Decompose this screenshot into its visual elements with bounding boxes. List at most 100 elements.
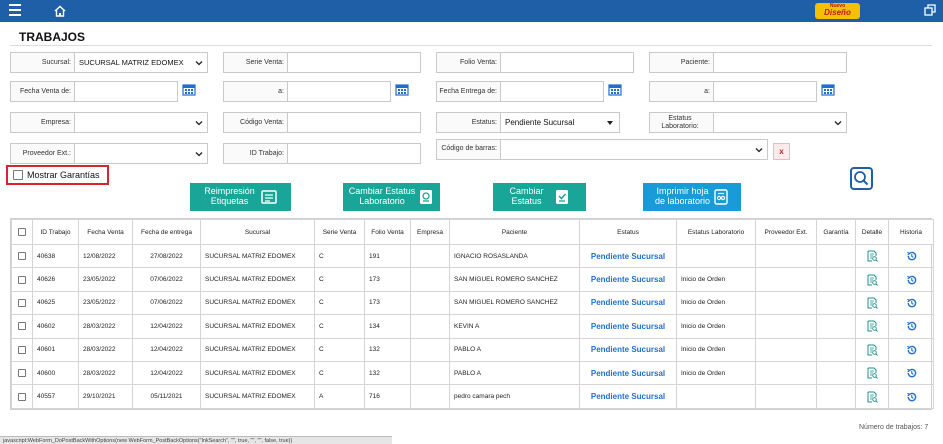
cell-historia[interactable] bbox=[888, 267, 934, 292]
history-icon[interactable] bbox=[906, 391, 917, 403]
cell-historia[interactable] bbox=[888, 314, 934, 339]
cell-detalle[interactable] bbox=[855, 314, 889, 339]
table-row[interactable]: 40626 23/05/2022 07/06/2022 SUCURSAL MATRIZ… bbox=[11, 267, 934, 292]
table-row[interactable]: 40601 28/03/2022 12/04/2022 SUCURSAL MATRIZ… bbox=[11, 337, 934, 362]
paciente-input[interactable] bbox=[713, 52, 847, 73]
jobs-table: ID Trabajo Fecha Venta Fecha de entrega … bbox=[10, 218, 934, 410]
chevron-down-icon bbox=[195, 152, 203, 157]
cell-detalle[interactable] bbox=[855, 267, 889, 292]
row-checkbox[interactable] bbox=[18, 322, 26, 331]
row-checkbox[interactable] bbox=[18, 298, 26, 307]
row-checkbox[interactable] bbox=[18, 252, 26, 261]
serie-venta-label: Serie Venta: bbox=[223, 52, 287, 73]
fecha-entrega-de-label: Fecha Entrega de: bbox=[436, 81, 500, 102]
document-search-icon[interactable] bbox=[867, 297, 878, 309]
table-row[interactable]: 40557 29/10/2021 05/11/2021 SUCURSAL MATRIZ… bbox=[11, 384, 934, 409]
cambiar-estatus-button[interactable]: Cambiar Estatus bbox=[493, 183, 586, 211]
table-row[interactable]: 40600 28/03/2022 12/04/2022 SUCURSAL MATRIZ… bbox=[11, 360, 934, 386]
cell-historia[interactable] bbox=[888, 290, 934, 316]
reimpresion-etiquetas-button[interactable]: Reimpresión Etiquetas bbox=[190, 183, 291, 211]
history-icon[interactable] bbox=[906, 297, 917, 309]
row-select-cell bbox=[11, 337, 33, 362]
cell-detalle[interactable] bbox=[855, 384, 889, 409]
document-search-icon[interactable] bbox=[867, 274, 878, 286]
cell-estatus[interactable]: Pendiente Sucursal bbox=[579, 290, 677, 316]
calendar-icon[interactable] bbox=[608, 83, 622, 96]
history-icon[interactable] bbox=[906, 320, 917, 332]
home-icon[interactable] bbox=[52, 3, 68, 19]
row-checkbox[interactable] bbox=[18, 345, 26, 354]
id-trabajo-label: ID Trabajo: bbox=[223, 143, 287, 164]
table-row[interactable]: 40638 12/08/2022 27/08/2022 SUCURSAL MATRIZ… bbox=[11, 243, 934, 269]
calendar-icon[interactable] bbox=[821, 83, 835, 96]
cell-estatus[interactable]: Pendiente Sucursal bbox=[579, 314, 677, 339]
cell-estatus[interactable]: Pendiente Sucursal bbox=[579, 243, 677, 269]
row-checkbox[interactable] bbox=[18, 369, 26, 378]
fecha-entrega-a-label: a: bbox=[649, 81, 713, 102]
cell-detalle[interactable] bbox=[855, 290, 889, 316]
cell-estatus[interactable]: Pendiente Sucursal bbox=[579, 384, 677, 409]
cell-estatus[interactable]: Pendiente Sucursal bbox=[579, 267, 677, 292]
calendar-icon[interactable] bbox=[182, 83, 196, 96]
folio-venta-input[interactable] bbox=[500, 52, 634, 73]
cell-proveedor bbox=[755, 314, 817, 339]
proveedor-select[interactable] bbox=[74, 143, 208, 164]
fecha-venta-de-input[interactable] bbox=[74, 81, 178, 102]
history-icon[interactable] bbox=[906, 344, 917, 356]
search-icon[interactable] bbox=[850, 167, 873, 190]
document-search-icon[interactable] bbox=[867, 250, 878, 263]
cell-estatus-laboratorio bbox=[676, 384, 756, 409]
cell-historia[interactable] bbox=[888, 243, 934, 269]
codigo-venta-input[interactable] bbox=[287, 112, 421, 133]
cell-historia[interactable] bbox=[888, 384, 934, 409]
table-row[interactable]: 40625 23/05/2022 07/06/2022 SUCURSAL MATRIZ… bbox=[11, 290, 934, 316]
row-checkbox[interactable] bbox=[18, 275, 26, 284]
select-all-cell bbox=[11, 219, 33, 245]
table-row[interactable]: 40602 28/03/2022 12/04/2022 SUCURSAL MATRIZ… bbox=[11, 314, 934, 339]
cell-paciente: KEVIN A bbox=[449, 314, 580, 339]
mostrar-garantias-toggle[interactable]: Mostrar Garantías bbox=[6, 165, 109, 185]
document-search-icon[interactable] bbox=[867, 367, 878, 379]
cambiar-estatus-laboratorio-button[interactable]: Cambiar Estatus Laboratorio bbox=[343, 183, 440, 211]
imprimir-hoja-laboratorio-button[interactable]: Imprimir hoja de laboratorio bbox=[643, 183, 741, 211]
cell-detalle[interactable] bbox=[855, 243, 889, 269]
estatus-laboratorio-select[interactable] bbox=[713, 112, 847, 133]
cell-id-trabajo: 40601 bbox=[32, 337, 79, 362]
hamburger-menu-icon[interactable] bbox=[9, 4, 21, 17]
mostrar-garantias-checkbox[interactable] bbox=[13, 170, 23, 180]
cell-fecha-venta: 28/03/2022 bbox=[78, 337, 133, 362]
fecha-venta-a-input[interactable] bbox=[287, 81, 391, 102]
select-all-checkbox[interactable] bbox=[18, 228, 26, 236]
serie-venta-input[interactable] bbox=[287, 52, 421, 73]
restore-window-icon[interactable] bbox=[924, 4, 936, 16]
cell-empresa bbox=[410, 243, 450, 269]
estatus-select[interactable]: Pendiente Sucursal bbox=[500, 112, 620, 133]
cell-historia[interactable] bbox=[888, 360, 934, 386]
cell-estatus[interactable]: Pendiente Sucursal bbox=[579, 360, 677, 386]
history-icon[interactable] bbox=[906, 274, 917, 286]
fecha-entrega-de-input[interactable] bbox=[500, 81, 604, 102]
clear-barcode-button[interactable]: x bbox=[773, 143, 790, 160]
fecha-entrega-a-input[interactable] bbox=[713, 81, 817, 102]
document-search-icon[interactable] bbox=[867, 391, 878, 403]
codigo-barras-select[interactable] bbox=[500, 139, 768, 160]
cell-folio-venta: 132 bbox=[364, 360, 411, 386]
sucursal-select[interactable]: SUCURSAL MATRIZ EDOMEX bbox=[74, 52, 208, 73]
col-proveedor: Proveedor Ext. bbox=[755, 219, 817, 245]
cell-fecha-entrega: 07/06/2022 bbox=[132, 267, 201, 292]
history-icon[interactable] bbox=[906, 367, 917, 379]
cell-detalle[interactable] bbox=[855, 360, 889, 386]
cell-detalle[interactable] bbox=[855, 337, 889, 362]
history-icon[interactable] bbox=[906, 250, 917, 262]
cell-id-trabajo: 40557 bbox=[32, 384, 79, 409]
row-checkbox[interactable] bbox=[18, 392, 26, 401]
paciente-label: Paciente: bbox=[649, 52, 713, 73]
cell-garantia bbox=[816, 243, 856, 269]
empresa-select[interactable] bbox=[74, 112, 208, 133]
id-trabajo-input[interactable] bbox=[287, 143, 421, 164]
cell-historia[interactable] bbox=[888, 337, 934, 362]
cell-estatus[interactable]: Pendiente Sucursal bbox=[579, 337, 677, 362]
calendar-icon[interactable] bbox=[395, 83, 409, 96]
document-search-icon[interactable] bbox=[867, 344, 878, 356]
document-search-icon[interactable] bbox=[867, 320, 878, 333]
